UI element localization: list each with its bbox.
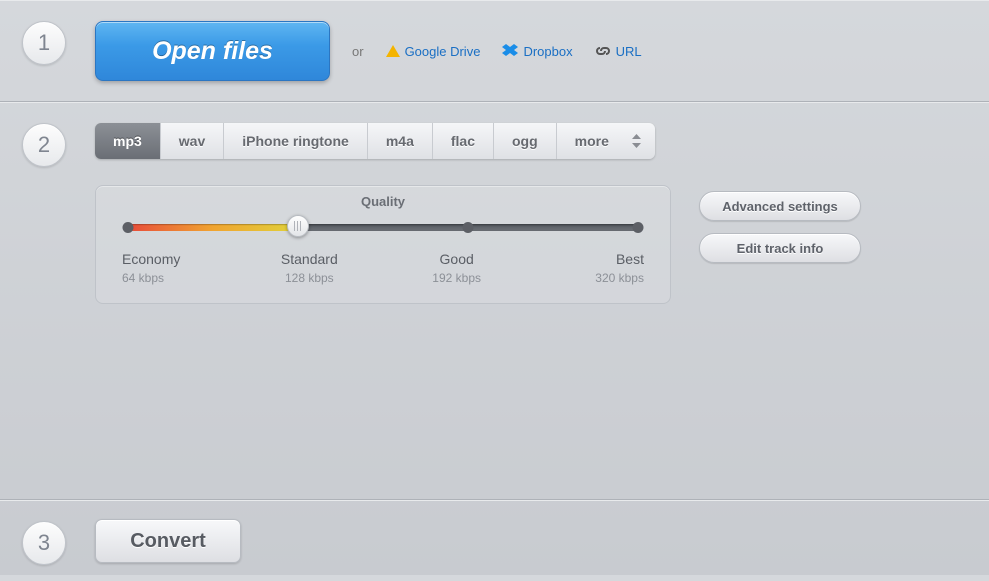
quality-name: Good [417, 251, 497, 267]
url-link[interactable]: URL [595, 44, 642, 59]
tab-m4a[interactable]: m4a [368, 123, 433, 159]
step-number-2: 2 [22, 123, 66, 167]
slider-tick-best [633, 222, 644, 233]
dropbox-icon [502, 44, 518, 58]
dropbox-label: Dropbox [523, 44, 572, 59]
tab-wav-label: wav [179, 133, 205, 149]
slider-thumb[interactable] [287, 215, 309, 237]
google-drive-icon [386, 45, 400, 57]
advanced-settings-button[interactable]: Advanced settings [699, 191, 861, 221]
slider-tick-good [462, 222, 473, 233]
quality-panel: Quality Economy 64 kbps Standard 128 kbp… [95, 185, 671, 304]
step-3-section: 3 Convert [0, 500, 989, 581]
tab-mp3[interactable]: mp3 [95, 123, 161, 159]
tab-mp3-label: mp3 [113, 133, 142, 149]
convert-label: Convert [130, 530, 206, 553]
open-files-label: Open files [152, 37, 273, 66]
quality-level-economy: Economy 64 kbps [122, 251, 202, 285]
tab-m4a-label: m4a [386, 133, 414, 149]
step-number-3: 3 [22, 521, 66, 565]
edit-track-info-label: Edit track info [737, 241, 824, 256]
step-number-1: 1 [22, 21, 66, 65]
or-label: or [352, 44, 364, 59]
url-icon [595, 44, 611, 58]
tab-more-label: more [575, 133, 609, 149]
quality-level-good: Good 192 kbps [417, 251, 497, 285]
slider-fill [128, 224, 298, 231]
quality-rate: 192 kbps [417, 271, 497, 285]
format-tabs: mp3 wav iPhone ringtone m4a flac ogg mor… [95, 123, 655, 159]
quality-labels: Economy 64 kbps Standard 128 kbps Good 1… [122, 251, 644, 285]
tab-ogg[interactable]: ogg [494, 123, 557, 159]
convert-button[interactable]: Convert [95, 519, 241, 563]
slider-tick-economy [123, 222, 134, 233]
tab-flac-label: flac [451, 133, 475, 149]
quality-rate: 128 kbps [269, 271, 349, 285]
step-1-section: 1 Open files or Google Drive Dropbox URL [0, 0, 989, 102]
quality-name: Best [564, 251, 644, 267]
open-files-button[interactable]: Open files [95, 21, 330, 81]
url-label: URL [616, 44, 642, 59]
quality-name: Economy [122, 251, 202, 267]
quality-rate: 64 kbps [122, 271, 202, 285]
quality-name: Standard [269, 251, 349, 267]
quality-level-best: Best 320 kbps [564, 251, 644, 285]
dropdown-icon [632, 134, 641, 148]
quality-rate: 320 kbps [564, 271, 644, 285]
quality-level-standard: Standard 128 kbps [269, 251, 349, 285]
tab-wav[interactable]: wav [161, 123, 224, 159]
tab-iphone-ringtone[interactable]: iPhone ringtone [224, 123, 368, 159]
dropbox-link[interactable]: Dropbox [502, 44, 572, 59]
tab-ogg-label: ogg [512, 133, 538, 149]
tab-more[interactable]: more [557, 123, 655, 159]
quality-title: Quality [122, 194, 644, 209]
tab-iphone-ringtone-label: iPhone ringtone [242, 133, 349, 149]
quality-slider[interactable] [128, 219, 638, 235]
side-buttons: Advanced settings Edit track info [699, 191, 861, 263]
tab-flac[interactable]: flac [433, 123, 494, 159]
advanced-settings-label: Advanced settings [722, 199, 838, 214]
step-2-section: 2 mp3 wav iPhone ringtone m4a flac ogg m… [0, 102, 989, 500]
edit-track-info-button[interactable]: Edit track info [699, 233, 861, 263]
google-drive-label: Google Drive [405, 44, 481, 59]
google-drive-link[interactable]: Google Drive [386, 44, 481, 59]
